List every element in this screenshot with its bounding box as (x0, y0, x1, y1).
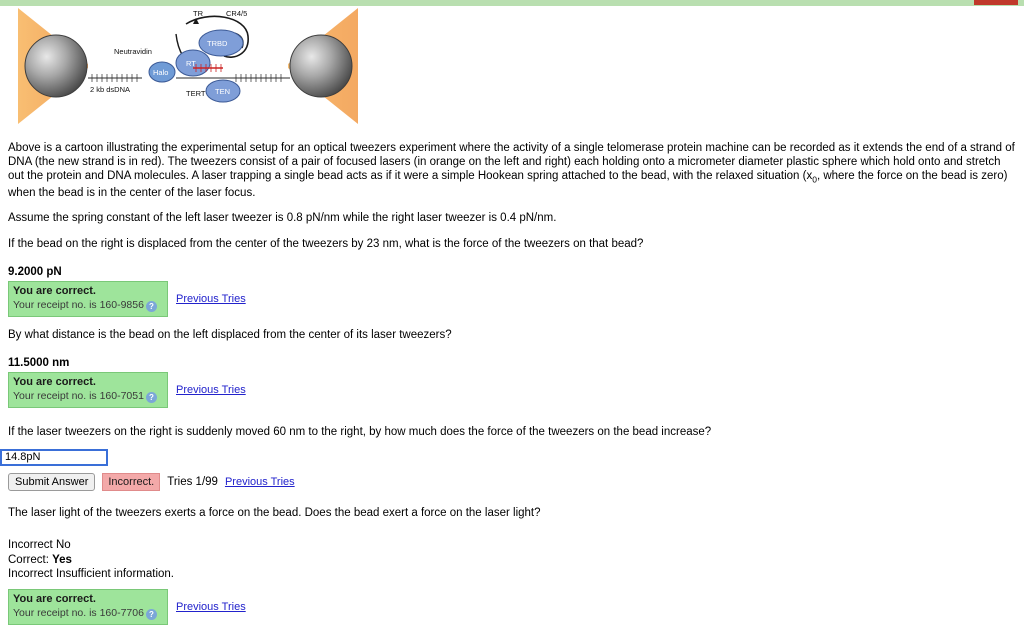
question-2-feedback-row: You are correct. Your receipt no. is 160… (8, 371, 1024, 408)
optical-tweezers-figure: Neutravidin 2 kb dsDNA Halo RT TRBD TEN … (10, 6, 370, 130)
feedback-2-prefix: Correct: (8, 553, 53, 566)
svg-text:Neutravidin: Neutravidin (114, 47, 152, 56)
problem-page: Neutravidin 2 kb dsDNA Halo RT TRBD TEN … (0, 6, 1024, 625)
svg-text:Halo: Halo (153, 68, 168, 77)
svg-text:CR4/5: CR4/5 (226, 9, 247, 18)
svg-text:RT: RT (186, 59, 196, 68)
top-bar-red-marker (974, 0, 1018, 5)
question-2-receipt-line: Your receipt no. is 160-7051? (13, 390, 163, 403)
tries-counter: Tries 1/99 (167, 475, 218, 488)
feedback-line-2: Correct: Yes (8, 553, 1024, 568)
svg-text:TRBD: TRBD (207, 39, 228, 48)
question-1-prompt: If the bead on the right is displaced fr… (8, 238, 644, 251)
feedback-3-value: Insufficient information. (55, 568, 174, 581)
question-1-feedback-row: You are correct. Your receipt no. is 160… (8, 281, 1024, 318)
help-icon[interactable]: ? (145, 391, 157, 403)
svg-text:TR: TR (193, 9, 204, 18)
figure-svg: Neutravidin 2 kb dsDNA Halo RT TRBD TEN … (18, 8, 358, 124)
question-2-prompt: By what distance is the bead on the left… (8, 329, 452, 342)
question-1-answer: 9.2000 pN (8, 266, 62, 279)
incorrect-badge: Incorrect. (102, 472, 161, 491)
question-4-feedback-row: You are correct. Your receipt no. is 160… (8, 588, 1024, 625)
feedback-3-prefix: Incorrect (8, 568, 56, 581)
question-3-previous-tries-link[interactable]: Previous Tries (225, 476, 295, 488)
question-2-correct-box: You are correct. Your receipt no. is 160… (8, 371, 168, 408)
svg-text:TERT: TERT (186, 89, 206, 98)
question-1-receipt-line: Your receipt no. is 160-9856? (13, 299, 163, 313)
submit-answer-button[interactable]: Submit Answer (8, 472, 96, 491)
svg-text:TEN: TEN (215, 87, 230, 96)
question-4-prompt: The laser light of the tweezers exerts a… (8, 506, 541, 519)
question-4-receipt: Your receipt no. is 160-7706 (13, 606, 144, 619)
question-4-status: You are correct. (13, 592, 96, 605)
feedback-line-3: Incorrect Insufficient information. (8, 567, 1024, 582)
submit-row: Submit Answer Incorrect. Tries 1/99 Prev… (8, 472, 1024, 491)
question-4-correct-box: You are correct. Your receipt no. is 160… (8, 588, 168, 625)
feedback-line-1: Incorrect No (8, 538, 1024, 553)
question-1-previous-tries-link[interactable]: Previous Tries (176, 293, 246, 305)
question-2-previous-tries-link[interactable]: Previous Tries (176, 384, 246, 396)
question-3-prompt: If the laser tweezers on the right is su… (8, 425, 712, 438)
question-4-receipt-line: Your receipt no. is 160-7706? (13, 607, 163, 620)
question-1-correct-box: You are correct. Your receipt no. is 160… (8, 281, 168, 318)
question-1-status: You are correct. (13, 285, 96, 298)
help-icon[interactable]: ? (145, 301, 157, 313)
feedback-2-value: Yes (52, 553, 72, 566)
question-2-answer: 11.5000 nm (8, 356, 70, 369)
feedback-1-prefix: Incorrect (8, 539, 56, 552)
assumption-paragraph: Assume the spring constant of the left l… (8, 212, 557, 225)
help-icon[interactable]: ? (145, 608, 157, 620)
question-1-receipt: Your receipt no. is 160-9856 (13, 299, 144, 312)
question-2-receipt: Your receipt no. is 160-7051 (13, 389, 144, 402)
feedback-1-value: No (55, 539, 71, 552)
question-4-previous-tries-link[interactable]: Previous Tries (176, 601, 246, 613)
intro-paragraph: Above is a cartoon illustrating the expe… (8, 142, 1016, 200)
svg-text:2 kb dsDNA: 2 kb dsDNA (90, 85, 130, 94)
question-2-status: You are correct. (13, 375, 96, 388)
answer-input[interactable] (0, 448, 108, 466)
